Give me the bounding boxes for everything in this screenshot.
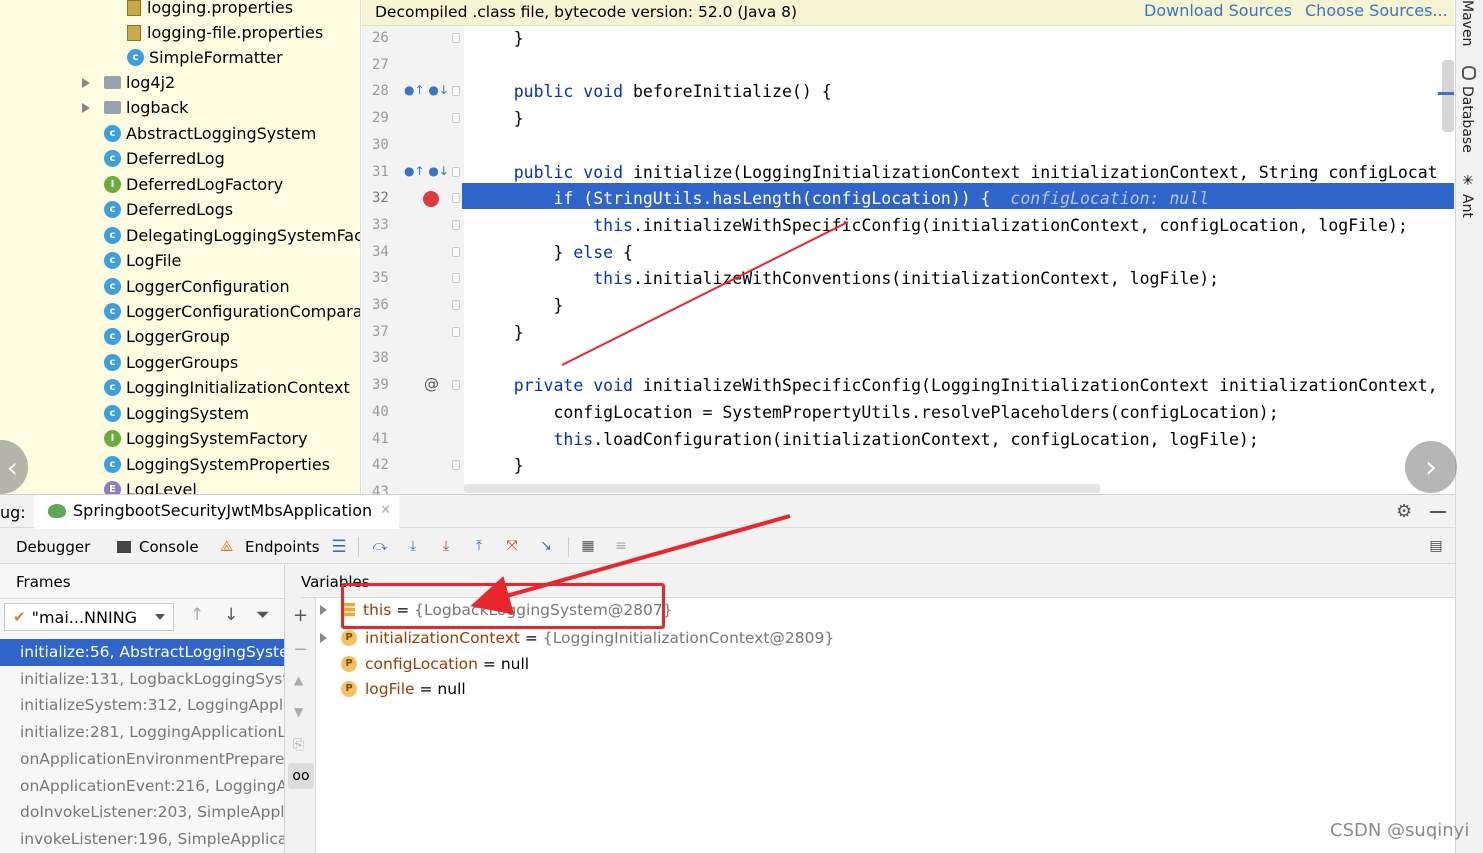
annotation-arrow-code	[561, 221, 849, 366]
annotation-arrow-variable	[470, 514, 791, 615]
annotation-arrows	[470, 221, 849, 615]
